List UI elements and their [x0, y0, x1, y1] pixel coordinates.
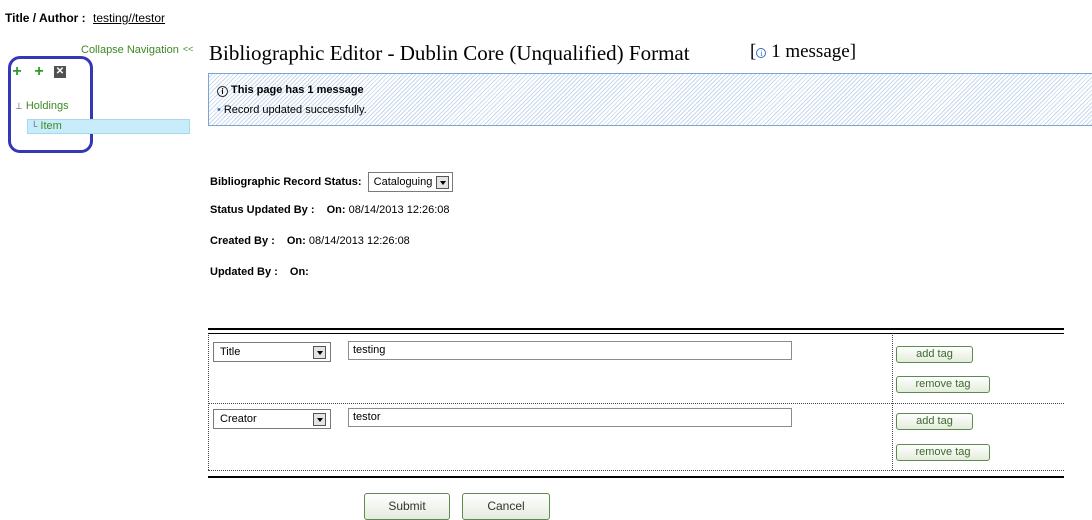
updated-row: Updated By : On:	[210, 266, 309, 278]
add-tag-button[interactable]: add tag	[896, 346, 973, 363]
add-tag-button[interactable]: add tag	[896, 413, 973, 430]
message-count-link[interactable]: [i 1 message]	[750, 41, 856, 63]
status-updated-row: Status Updated By : On: 08/14/2013 12:26…	[210, 204, 450, 216]
collapse-navigation-link[interactable]: Collapse Navigation <<	[81, 44, 193, 56]
page-title: Bibliographic Editor - Dublin Core (Unqu…	[209, 41, 690, 65]
message-box: i This page has 1 message • Record updated…	[208, 73, 1092, 126]
info-icon: i	[756, 47, 767, 58]
add-green-plus-icon[interactable]: +	[11, 64, 23, 80]
created-on-label: On:	[286, 235, 306, 247]
tree-expand-icon: ⊥	[15, 101, 23, 111]
tree-node-item[interactable]: └ Item	[27, 119, 190, 134]
tag-element-value: Title	[220, 346, 241, 358]
collapse-arrow-icon: <<	[182, 44, 194, 54]
message-heading: i This page has 1 message	[217, 84, 364, 97]
table-row-divider	[208, 403, 1064, 404]
bullet-icon: •	[217, 104, 221, 116]
remove-tag-button[interactable]: remove tag	[896, 444, 990, 461]
tag-element-select[interactable]: Creator	[213, 409, 331, 429]
tree-branch-icon: └	[31, 121, 38, 131]
created-on-value: 08/14/2013 12:26:08	[308, 235, 410, 247]
message-link-text: 1 message	[771, 41, 850, 62]
tag-value-text: testor	[353, 411, 381, 423]
title-author-label: Title / Author :	[5, 11, 86, 25]
tag-value-input[interactable]: testor	[348, 408, 792, 427]
updated-by-label: Updated By :	[210, 266, 278, 278]
cancel-button[interactable]: Cancel	[462, 493, 550, 520]
chevron-down-icon[interactable]	[313, 413, 326, 426]
tree-node-holdings-label: Holdings	[25, 100, 69, 112]
chevron-down-icon[interactable]	[313, 346, 326, 359]
title-author-line: Title / Author : testing//testor	[5, 11, 165, 25]
message-link-suffix: ]	[849, 41, 857, 62]
record-status-label: Bibliographic Record Status:	[210, 175, 362, 188]
status-updated-on-value: 08/14/2013 12:26:08	[348, 204, 450, 216]
collapse-navigation-label: Collapse Navigation	[81, 44, 179, 56]
message-item-text: Record updated successfully.	[223, 104, 367, 116]
tag-value-text: testing	[353, 344, 386, 356]
created-by-label: Created By :	[210, 235, 275, 247]
table-row-divider	[208, 470, 1064, 471]
chevron-down-icon[interactable]	[435, 176, 449, 189]
updated-on-label: On:	[289, 266, 309, 278]
info-icon: i	[217, 86, 228, 97]
tag-value-input[interactable]: testing	[348, 341, 792, 360]
submit-button[interactable]: Submit	[364, 493, 450, 520]
tree-node-holdings[interactable]: ⊥ Holdings	[15, 100, 69, 112]
table-bottom-rule	[208, 476, 1064, 478]
status-updated-on-label: On:	[326, 204, 346, 216]
add-green-plus-icon[interactable]: +	[33, 64, 45, 80]
message-heading-text: This page has 1 message	[231, 84, 364, 96]
tag-element-value: Creator	[220, 413, 257, 425]
message-item: • Record updated successfully.	[217, 104, 367, 116]
record-status-row: Bibliographic Record Status: Cataloguing	[210, 172, 453, 192]
table-top-rule	[208, 328, 1064, 330]
created-row: Created By : On: 08/14/2013 12:26:08	[210, 235, 410, 247]
tag-element-select[interactable]: Title	[213, 342, 331, 362]
delete-x-icon[interactable]: ✕	[54, 66, 66, 78]
status-updated-by-label: Status Updated By :	[210, 204, 315, 216]
table-top-rule	[208, 333, 1064, 334]
title-author-link[interactable]: testing//testor	[93, 11, 165, 25]
record-status-select[interactable]: Cataloguing	[367, 172, 453, 192]
record-status-value: Cataloguing	[373, 176, 433, 188]
remove-tag-button[interactable]: remove tag	[896, 376, 990, 393]
tree-node-item-label: Item	[40, 120, 62, 132]
